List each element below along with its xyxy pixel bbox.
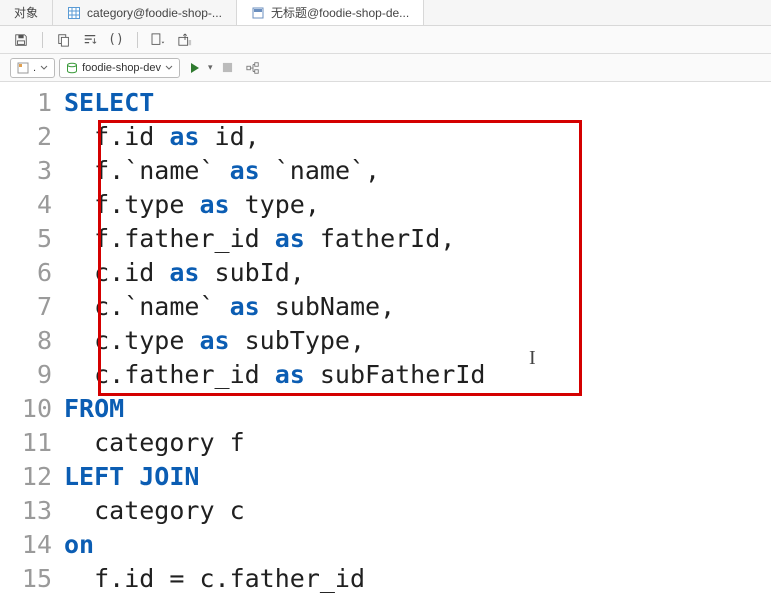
copy-icon[interactable] bbox=[53, 29, 75, 51]
tab-label: 无标题@foodie-shop-de... bbox=[271, 4, 409, 21]
code-line: 4 f.type as type, bbox=[0, 188, 771, 222]
code-line: 6 c.id as subId, bbox=[0, 256, 771, 290]
line-number: 3 bbox=[0, 154, 64, 188]
separator bbox=[137, 32, 138, 48]
code-line: 13 category c bbox=[0, 494, 771, 528]
database-icon bbox=[66, 62, 78, 74]
code-line: 2 f.id as id, bbox=[0, 120, 771, 154]
line-number: 4 bbox=[0, 188, 64, 222]
code-line: 5 f.father_id as fatherId, bbox=[0, 222, 771, 256]
tab-bar: 对象 category@foodie-shop-... 无标题@foodie-s… bbox=[0, 0, 771, 26]
explain-icon[interactable] bbox=[242, 57, 264, 79]
toolbar-1: () bbox=[0, 26, 771, 54]
stop-icon[interactable] bbox=[216, 57, 238, 79]
code-line: 1 SELECT bbox=[0, 86, 771, 120]
code-line: 10 FROM bbox=[0, 392, 771, 426]
code-line: 7 c.`name` as subName, bbox=[0, 290, 771, 324]
tab-label: 对象 bbox=[14, 4, 38, 21]
separator bbox=[42, 32, 43, 48]
code-line: 11 category f bbox=[0, 426, 771, 460]
line-number: 9 bbox=[0, 358, 64, 392]
schema-value: . bbox=[33, 62, 36, 74]
schema-selector[interactable]: . bbox=[10, 58, 55, 78]
tab-label: category@foodie-shop-... bbox=[87, 6, 222, 20]
line-number: 2 bbox=[0, 120, 64, 154]
sql-editor[interactable]: I 1 SELECT 2 f.id as id, 3 f.`name` as `… bbox=[0, 82, 771, 596]
code-line: 12 LEFT JOIN bbox=[0, 460, 771, 494]
line-number: 15 bbox=[0, 562, 64, 596]
toolbar-2: . foodie-shop-dev ▾ bbox=[0, 54, 771, 82]
line-number: 1 bbox=[0, 86, 64, 120]
table-icon bbox=[67, 6, 81, 20]
database-selector[interactable]: foodie-shop-dev bbox=[59, 58, 180, 78]
line-number: 14 bbox=[0, 528, 64, 562]
line-number: 10 bbox=[0, 392, 64, 426]
code-line: 15 f.id = c.father_id bbox=[0, 562, 771, 596]
export-icon[interactable] bbox=[174, 29, 196, 51]
save-icon[interactable] bbox=[10, 29, 32, 51]
chevron-down-icon bbox=[165, 64, 173, 72]
chevron-down-icon bbox=[40, 64, 48, 72]
code-line: 14 on bbox=[0, 528, 771, 562]
tab-objects[interactable]: 对象 bbox=[0, 0, 53, 25]
chevron-down-icon[interactable]: ▾ bbox=[208, 62, 213, 73]
line-number: 8 bbox=[0, 324, 64, 358]
line-number: 12 bbox=[0, 460, 64, 494]
sort-icon[interactable] bbox=[79, 29, 101, 51]
line-number: 11 bbox=[0, 426, 64, 460]
page-dropdown-icon[interactable] bbox=[148, 29, 170, 51]
line-number: 7 bbox=[0, 290, 64, 324]
tab-category[interactable]: category@foodie-shop-... bbox=[53, 0, 237, 25]
line-number: 13 bbox=[0, 494, 64, 528]
schema-icon bbox=[17, 62, 29, 74]
code-line: 9 c.father_id as subFatherId bbox=[0, 358, 771, 392]
tab-query[interactable]: 无标题@foodie-shop-de... bbox=[237, 0, 424, 25]
code-line: 3 f.`name` as `name`, bbox=[0, 154, 771, 188]
query-icon bbox=[251, 6, 265, 20]
database-value: foodie-shop-dev bbox=[82, 62, 161, 74]
line-number: 5 bbox=[0, 222, 64, 256]
line-number: 6 bbox=[0, 256, 64, 290]
code-line: 8 c.type as subType, bbox=[0, 324, 771, 358]
parentheses-icon[interactable]: () bbox=[105, 29, 127, 51]
run-icon[interactable] bbox=[184, 57, 206, 79]
